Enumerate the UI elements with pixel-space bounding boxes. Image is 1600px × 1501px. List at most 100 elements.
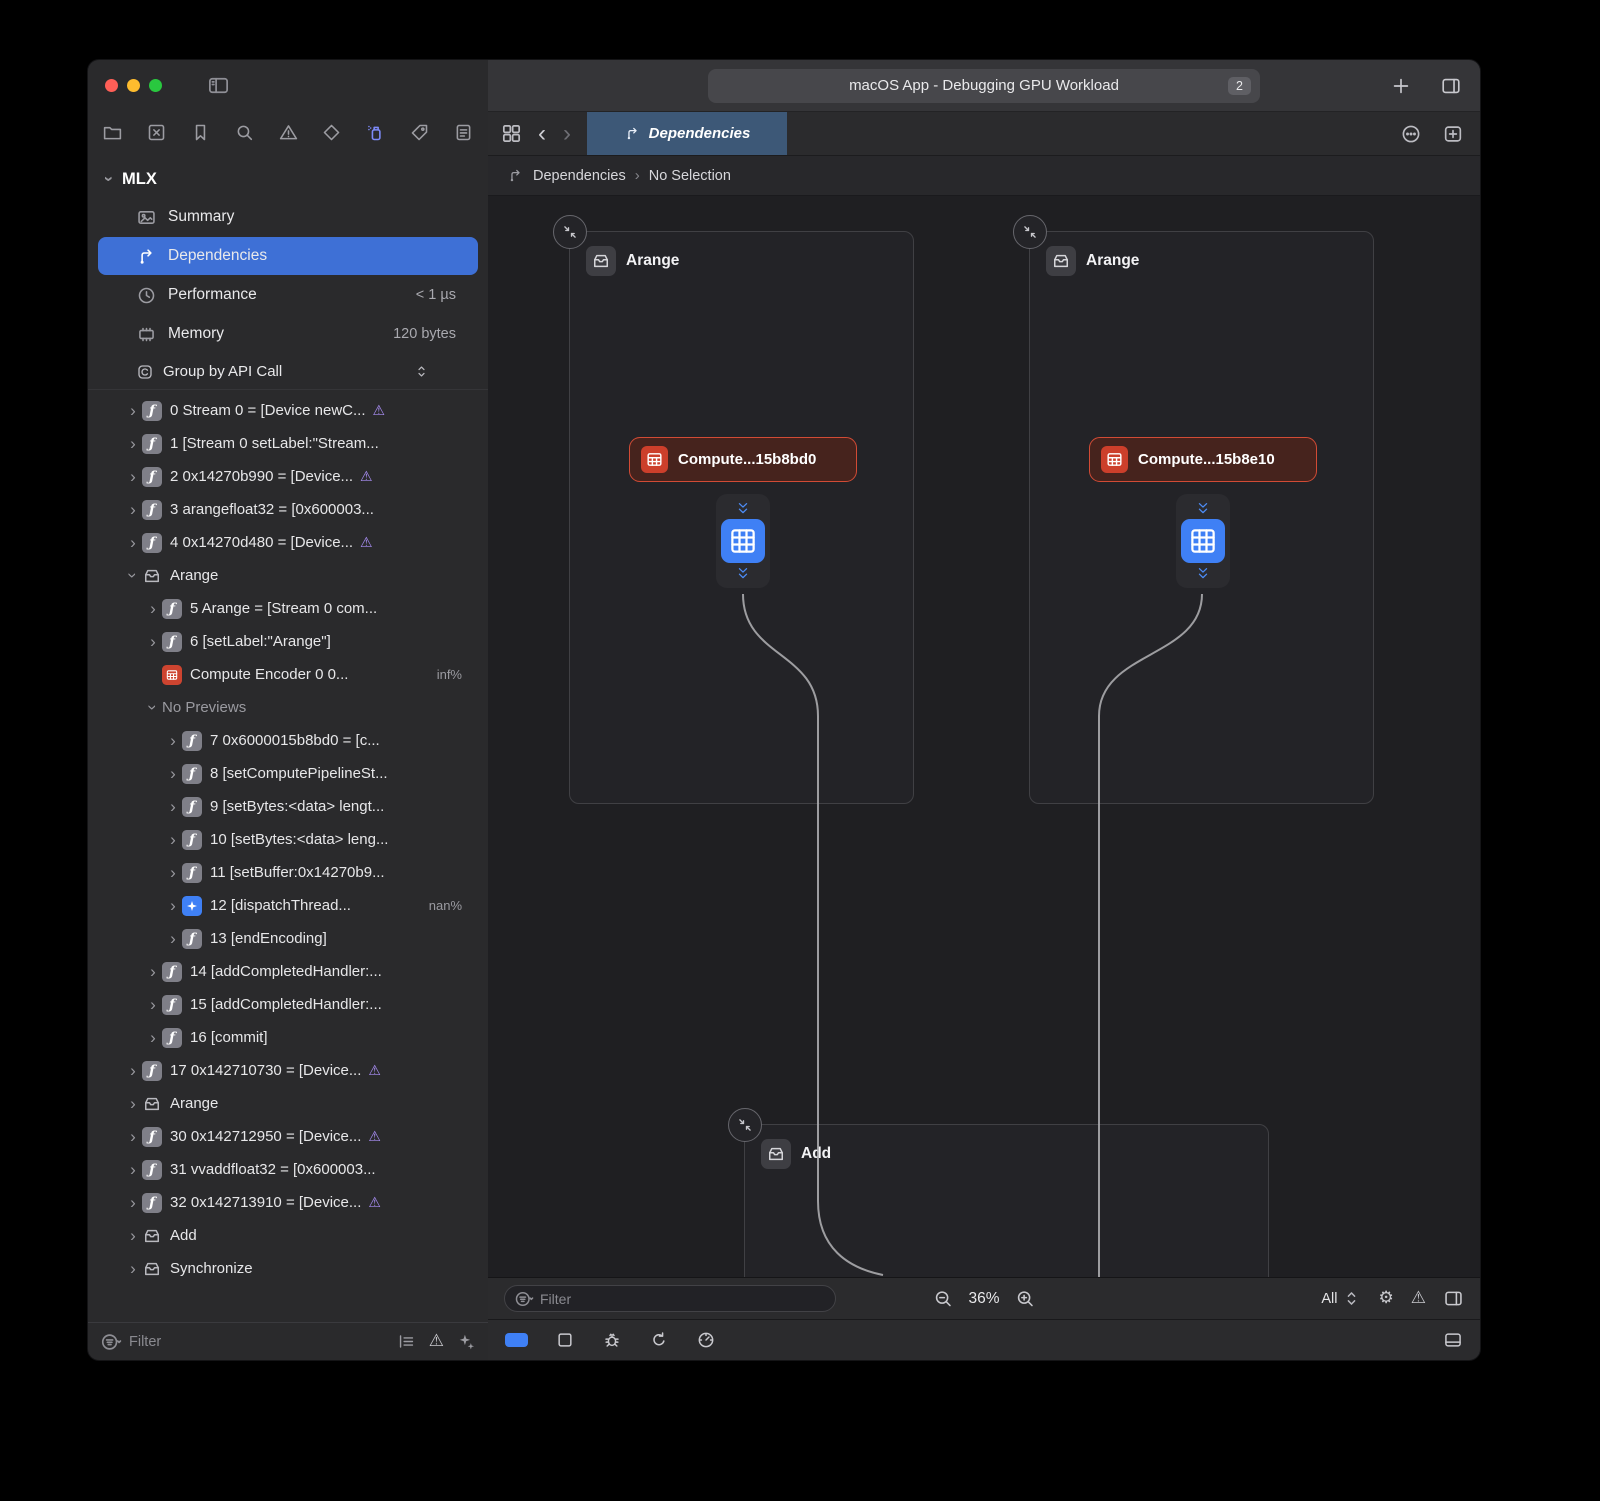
group-by-api-call-control[interactable]: Group by API Call — [88, 354, 488, 390]
tree-item[interactable]: ›ƒ14 [addCompletedHandler:... — [88, 955, 488, 988]
preview-widget[interactable] — [1176, 494, 1230, 588]
tree-item[interactable]: ›ƒ16 [commit] — [88, 1021, 488, 1054]
updown-chevrons-icon[interactable] — [413, 363, 430, 380]
tree-item[interactable]: ›ƒ0 Stream 0 = [Device newC...⚠ — [88, 394, 488, 427]
tree-item[interactable]: ›ƒ1 [Stream 0 setLabel:"Stream... — [88, 427, 488, 460]
preview-widget[interactable] — [716, 494, 770, 588]
tree-item[interactable]: ›ƒ17 0x142710730 = [Device...⚠ — [88, 1054, 488, 1087]
tree-item[interactable]: ›Compute Encoder 0 0...inf% — [88, 658, 488, 691]
tree-item[interactable]: ›ƒ31 vvaddfloat32 = [0x600003... — [88, 1153, 488, 1186]
zoom-in-button[interactable] — [1015, 1288, 1036, 1309]
chevron-right-icon[interactable]: › — [144, 996, 162, 1013]
canvas-filter-field[interactable] — [504, 1285, 836, 1312]
zoom-out-button[interactable] — [932, 1288, 953, 1309]
search-icon[interactable] — [234, 122, 255, 143]
chevron-right-icon[interactable]: › — [124, 1095, 142, 1112]
chevron-right-icon[interactable]: › — [124, 1227, 142, 1244]
group-add[interactable]: Add — [744, 1124, 1269, 1277]
chevron-down-icon[interactable]: › — [145, 699, 162, 717]
chevron-right-icon[interactable]: › — [124, 1062, 142, 1079]
collapse-group-icon[interactable] — [728, 1108, 762, 1142]
tag-icon[interactable] — [409, 122, 430, 143]
chevron-right-icon[interactable]: › — [124, 1260, 142, 1277]
filter-icon[interactable] — [514, 1289, 534, 1309]
bookmark-icon[interactable] — [190, 122, 211, 143]
tree-item[interactable]: ›ƒ11 [setBuffer:0x14270b9... — [88, 856, 488, 889]
chevron-right-icon[interactable]: › — [124, 1194, 142, 1211]
toggle-bottom-panel-icon[interactable] — [1443, 1330, 1463, 1350]
tree-item[interactable]: ›ƒ5 Arange = [Stream 0 com... — [88, 592, 488, 625]
debug-bug-icon[interactable] — [602, 1330, 622, 1350]
chevron-right-icon[interactable]: › — [124, 1128, 142, 1145]
double-chevron-down-icon[interactable] — [731, 565, 755, 582]
grid-preview-icon[interactable] — [721, 519, 765, 563]
debug-spray-icon[interactable] — [365, 122, 386, 143]
sparkle-filter-icon[interactable] — [457, 1332, 476, 1351]
toggle-sidebar-icon[interactable] — [207, 74, 230, 97]
settings-gear-icon[interactable]: ⚙ — [1379, 1290, 1394, 1307]
issue-icon[interactable] — [278, 122, 299, 143]
add-editor-icon[interactable] — [1442, 123, 1464, 145]
tab-dependencies[interactable]: Dependencies — [587, 112, 787, 155]
compute-encoder-node[interactable]: Compute...15b8bd0 — [629, 437, 857, 482]
double-chevron-down-icon[interactable] — [731, 500, 755, 517]
tree-item[interactable]: ›ƒ2 0x14270b990 = [Device...⚠ — [88, 460, 488, 493]
tree-item[interactable]: ›Arange — [88, 1087, 488, 1120]
chevron-right-icon[interactable]: › — [164, 732, 182, 749]
tree-item[interactable]: ›ƒ10 [setBytes:<data> leng... — [88, 823, 488, 856]
chevron-down-icon[interactable]: › — [125, 567, 142, 585]
chevron-right-icon[interactable]: › — [164, 765, 182, 782]
chevron-right-icon[interactable]: › — [144, 600, 162, 617]
tree-item[interactable]: ›ƒ6 [setLabel:"Arange"] — [88, 625, 488, 658]
chevron-down-icon[interactable]: › — [99, 171, 119, 187]
chevron-right-icon[interactable]: › — [124, 468, 142, 485]
view-mode-pill[interactable] — [505, 1333, 528, 1347]
window-title-pill[interactable]: macOS App - Debugging GPU Workload 2 — [708, 69, 1260, 103]
close-window-button[interactable] — [105, 79, 118, 92]
tree-item[interactable]: ›Add — [88, 1219, 488, 1252]
group-arange-1[interactable]: Arange Compute...15b8bd0 — [569, 231, 914, 804]
chevron-right-icon[interactable]: › — [144, 1029, 162, 1046]
collapse-group-icon[interactable] — [1013, 215, 1047, 249]
project-root-item[interactable]: › MLX — [88, 161, 488, 197]
tree-item[interactable]: ›No Previews — [88, 691, 488, 724]
chevron-right-icon[interactable]: › — [124, 435, 142, 452]
flatten-hierarchy-icon[interactable] — [397, 1332, 416, 1351]
issues-warning-icon[interactable]: ⚠ — [1411, 1290, 1426, 1307]
sidebar-item-dependencies[interactable]: Dependencies — [98, 237, 478, 275]
tab-overview-icon[interactable] — [500, 122, 523, 145]
chevron-right-icon[interactable]: › — [164, 798, 182, 815]
sidebar-item-summary[interactable]: Summary — [98, 198, 478, 236]
tree-item[interactable]: ›ƒ3 arangefloat32 = [0x600003... — [88, 493, 488, 526]
chevron-right-icon[interactable]: › — [144, 963, 162, 980]
sidebar-filter-input[interactable] — [129, 1334, 390, 1350]
dependency-graph-canvas[interactable]: Arange Compute...15b8bd0 Arange — [488, 196, 1480, 1277]
chevron-right-icon[interactable]: › — [164, 864, 182, 881]
add-tab-button[interactable] — [1390, 75, 1412, 97]
zoom-level[interactable]: 36% — [968, 1290, 999, 1308]
trace-x-icon[interactable] — [146, 122, 167, 143]
more-options-icon[interactable] — [1400, 123, 1422, 145]
minimize-window-button[interactable] — [127, 79, 140, 92]
chevron-right-icon[interactable]: › — [164, 930, 182, 947]
chevron-right-icon[interactable]: › — [124, 402, 142, 419]
warnings-filter-icon[interactable]: ⚠ — [429, 1333, 444, 1350]
tree-item[interactable]: ›ƒ13 [endEncoding] — [88, 922, 488, 955]
fullscreen-window-button[interactable] — [149, 79, 162, 92]
tree-item[interactable]: ›ƒ4 0x14270d480 = [Device...⚠ — [88, 526, 488, 559]
back-button[interactable]: ‹ — [536, 122, 548, 146]
group-arange-2[interactable]: Arange Compute...15b8e10 — [1029, 231, 1374, 804]
filter-icon[interactable] — [100, 1331, 122, 1353]
forward-button[interactable]: › — [561, 122, 573, 146]
chevron-right-icon[interactable]: › — [124, 1161, 142, 1178]
report-icon[interactable] — [453, 122, 474, 143]
frame-outline-icon[interactable] — [555, 1330, 575, 1350]
chevron-right-icon[interactable]: › — [164, 831, 182, 848]
performance-gauge-icon[interactable] — [696, 1330, 716, 1350]
toggle-inspector-icon[interactable] — [1440, 75, 1462, 97]
chevron-right-icon[interactable]: › — [144, 633, 162, 650]
folder-icon[interactable] — [102, 122, 123, 143]
sidebar-item-performance[interactable]: Performance < 1 µs — [98, 276, 478, 314]
toggle-right-panel-icon[interactable] — [1443, 1288, 1464, 1309]
tree-item[interactable]: ›Arange — [88, 559, 488, 592]
